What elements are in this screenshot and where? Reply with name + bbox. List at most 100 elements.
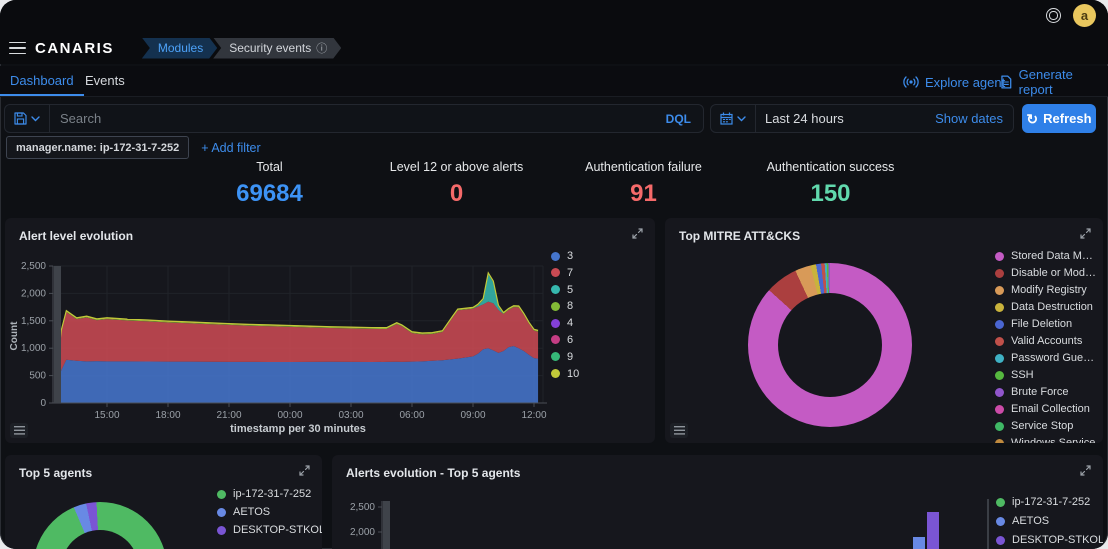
legend-item[interactable]: Stored Data Manipu…	[995, 250, 1097, 262]
legend-item[interactable]: DESKTOP-STKOL43	[217, 524, 322, 536]
legend-dot	[995, 319, 1004, 329]
legend-item[interactable]: 9	[551, 351, 579, 363]
time-range-value[interactable]: Last 24 hours	[756, 111, 935, 126]
legend-item[interactable]: File Deletion	[995, 318, 1097, 330]
date-picker: Last 24 hours Show dates	[710, 104, 1014, 133]
legend-item[interactable]: ip-172-31-7-252	[996, 496, 1103, 508]
legend-label: Stored Data Manipu…	[1011, 250, 1097, 262]
legend-dot	[995, 285, 1004, 295]
stat-total-value[interactable]: 69684	[176, 180, 363, 208]
legend-dot	[995, 370, 1004, 380]
svg-text:09:00: 09:00	[460, 410, 485, 421]
legend-item[interactable]: SSH	[995, 369, 1097, 381]
svg-text:1,500: 1,500	[21, 316, 46, 327]
legend-item[interactable]: 4	[551, 317, 579, 329]
legend-dot	[551, 369, 560, 379]
legend-label: DESKTOP-STKOL43	[1012, 534, 1103, 546]
stat-level12-value[interactable]: 0	[363, 180, 550, 208]
legend-item[interactable]: DESKTOP-STKOL43	[996, 534, 1103, 546]
tab-events[interactable]: Events	[85, 66, 125, 95]
stat-auth-failure-value[interactable]: 91	[550, 180, 737, 208]
legend-toggle-button[interactable]	[670, 423, 688, 438]
svg-text:2,000: 2,000	[21, 288, 46, 299]
svg-text:Count: Count	[9, 321, 20, 351]
report-icon	[1001, 75, 1012, 89]
legend-label: Modify Registry	[1011, 284, 1087, 296]
stats-row: Total 69684 Level 12 or above alerts 0 A…	[176, 160, 924, 208]
legend-item[interactable]: 6	[551, 334, 579, 346]
top5-agents-legend: ip-172-31-7-252 AETOS DESKTOP-STKOL43	[217, 488, 322, 542]
legend-item[interactable]: 10	[551, 368, 579, 380]
legend-item[interactable]: 3	[551, 250, 579, 262]
legend-item[interactable]: Valid Accounts	[995, 335, 1097, 347]
legend-dot	[995, 353, 1004, 363]
tab-dashboard[interactable]: Dashboard	[0, 66, 84, 96]
legend-item[interactable]: Modify Registry	[995, 284, 1097, 296]
legend-label: AETOS	[233, 506, 271, 518]
legend-label: DESKTOP-STKOL43	[233, 524, 322, 536]
filter-pill[interactable]: manager.name: ip-172-31-7-252	[6, 136, 190, 159]
legend-label: 10	[567, 367, 580, 380]
legend-dot	[996, 535, 1005, 545]
svg-text:15:00: 15:00	[94, 410, 119, 421]
expand-icon[interactable]	[1079, 227, 1093, 241]
legend-label: Disable or Modify T…	[1011, 267, 1097, 279]
legend-item[interactable]: Disable or Modify T…	[995, 267, 1097, 279]
show-dates-button[interactable]: Show dates	[935, 111, 1013, 126]
svg-text:21:00: 21:00	[216, 410, 241, 421]
legend-dot	[996, 497, 1005, 507]
saved-queries-button[interactable]	[5, 105, 49, 132]
legend-item[interactable]: AETOS	[996, 515, 1103, 527]
legend-dot	[996, 516, 1005, 526]
legend-item[interactable]: Password Guessing	[995, 352, 1097, 364]
legend-item[interactable]: 7	[551, 267, 579, 279]
legend-toggle-button[interactable]	[10, 423, 28, 438]
legend-dot	[217, 507, 226, 517]
avatar[interactable]: a	[1073, 4, 1096, 27]
legend-item[interactable]: Windows Service	[995, 437, 1097, 443]
legend-item[interactable]: AETOS	[217, 506, 322, 518]
search-input[interactable]	[50, 111, 654, 126]
explore-agent-button[interactable]: Explore agent	[903, 72, 1005, 92]
legend-item[interactable]: Data Destruction	[995, 301, 1097, 313]
legend-dot	[551, 301, 560, 311]
top5-agents-donut-chart[interactable]	[33, 502, 167, 549]
legend-label: Email Collection	[1011, 403, 1090, 415]
legend-item[interactable]: Service Stop	[995, 420, 1097, 432]
breadcrumb-modules[interactable]: Modules	[142, 38, 217, 59]
legend-item[interactable]: 8	[551, 300, 579, 312]
legend-item[interactable]: ip-172-31-7-252	[217, 488, 322, 500]
legend-item[interactable]: Email Collection	[995, 403, 1097, 415]
query-language-button[interactable]: DQL	[654, 112, 703, 126]
panel-top-mitre: Top MITRE ATT&CKS Stored Data Manipu… Dis…	[665, 218, 1103, 443]
screen: a CANARIS Modules Security events ⓘ Dash…	[0, 0, 1108, 549]
stat-auth-success-value[interactable]: 150	[737, 180, 924, 208]
legend-label: 9	[567, 350, 574, 363]
svg-text:0: 0	[40, 398, 46, 409]
mitre-donut-chart[interactable]	[748, 263, 912, 427]
legend-item[interactable]: Brute Force	[995, 386, 1097, 398]
refresh-icon: ↻	[1026, 110, 1039, 127]
legend-label: SSH	[1011, 369, 1034, 381]
expand-icon[interactable]	[298, 464, 312, 478]
menu-icon[interactable]	[9, 41, 26, 55]
legend-item[interactable]: 5	[551, 284, 579, 296]
legend-label: Password Guessing	[1011, 352, 1097, 364]
legend-dot	[551, 318, 560, 328]
legend-dot	[995, 387, 1004, 397]
stat-auth-success: Authentication success 150	[737, 160, 924, 208]
help-icon[interactable]	[1046, 8, 1061, 23]
panel-title: Top 5 agents	[19, 466, 93, 480]
breadcrumb-security-events[interactable]: Security events ⓘ	[213, 38, 341, 59]
alert-evolution-legend: 3 7 5 8 4 6 9 10	[551, 250, 579, 384]
info-icon[interactable]: ⓘ	[316, 40, 327, 56]
legend-label: AETOS	[1012, 515, 1050, 527]
refresh-button[interactable]: ↻ Refresh	[1022, 104, 1096, 133]
calendar-button[interactable]	[711, 105, 755, 132]
alerts-evolution-legend: ip-172-31-7-252 AETOS DESKTOP-STKOL43	[996, 496, 1103, 549]
add-filter-button[interactable]: + Add filter	[201, 141, 260, 155]
breadcrumb: Modules Security events ⓘ	[142, 38, 341, 59]
generate-report-button[interactable]: Generate report	[1000, 67, 1108, 97]
svg-text:2,500: 2,500	[21, 261, 46, 272]
svg-text:2,500: 2,500	[350, 502, 375, 513]
